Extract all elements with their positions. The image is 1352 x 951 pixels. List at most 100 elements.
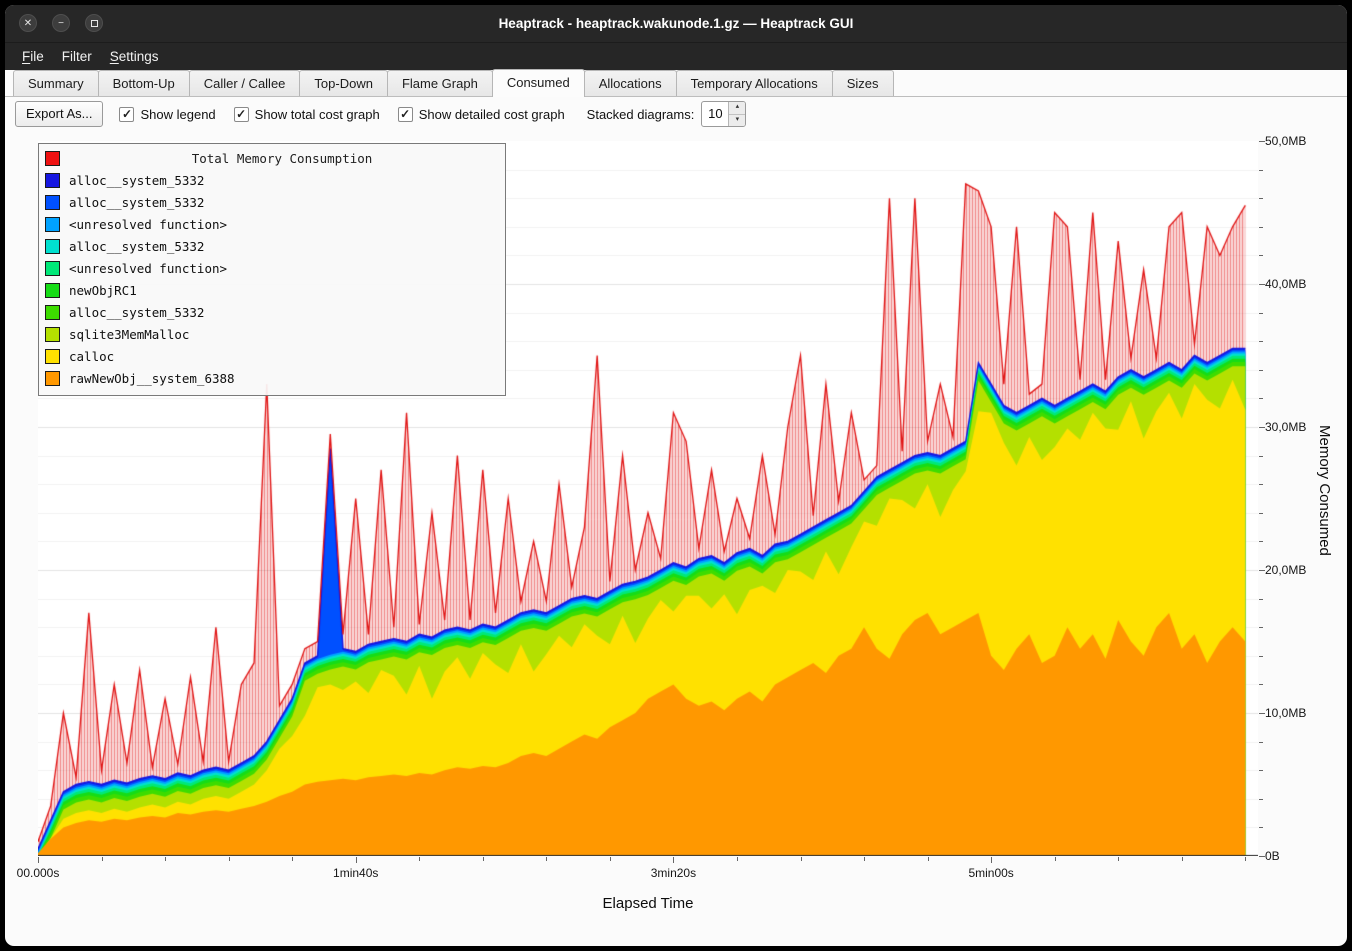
y-axis-minor-tick — [1259, 513, 1263, 514]
legend-item: alloc__system_5332 — [39, 235, 505, 257]
y-axis-tick — [1259, 856, 1265, 857]
checkbox-box[interactable]: ✓ — [119, 107, 134, 122]
checkbox-box[interactable]: ✓ — [398, 107, 413, 122]
y-axis-tick — [1259, 570, 1265, 571]
stacked-diagrams-value[interactable]: 10 — [702, 102, 728, 126]
legend-swatch — [45, 239, 60, 254]
y-axis-minor-tick — [1259, 742, 1263, 743]
x-axis-minor-tick — [229, 857, 230, 861]
legend-item: sqlite3MemMalloc — [39, 323, 505, 345]
toolbar: Export As... ✓ Show legend ✓ Show total cos… — [5, 97, 1347, 131]
y-axis-minor-tick — [1259, 398, 1263, 399]
tab-sizes[interactable]: Sizes — [832, 70, 894, 96]
y-axis-minor-tick — [1259, 599, 1263, 600]
y-axis-minor-tick — [1259, 370, 1263, 371]
x-axis-minor-tick — [1245, 857, 1246, 861]
legend-title-swatch — [45, 151, 60, 166]
app-window: ✕− Heaptrack - heaptrack.wakunode.1.gz —… — [5, 5, 1347, 946]
tab-summary[interactable]: Summary — [13, 70, 99, 96]
legend-item: <unresolved function> — [39, 257, 505, 279]
legend-swatch — [45, 305, 60, 320]
stacked-diagrams-spinbox[interactable]: 10 ▴ ▾ — [701, 101, 746, 127]
close-button[interactable]: ✕ — [19, 14, 37, 32]
legend-label: rawNewObj__system_6388 — [69, 371, 235, 386]
menubar: FileFilterSettings — [5, 43, 1347, 70]
legend-label: alloc__system_5332 — [69, 305, 204, 320]
y-axis-minor-tick — [1259, 341, 1263, 342]
y-axis-tick-label: 30,0MB — [1265, 420, 1306, 434]
titlebar: ✕− Heaptrack - heaptrack.wakunode.1.gz —… — [5, 5, 1347, 43]
spinner-buttons: ▴ ▾ — [728, 102, 745, 126]
menu-item-settings[interactable]: Settings — [101, 46, 168, 67]
spin-up-button[interactable]: ▴ — [729, 102, 745, 115]
checkbox-label: Show total cost graph — [255, 107, 380, 122]
tab-bottom-up[interactable]: Bottom-Up — [98, 70, 190, 96]
y-axis-minor-tick — [1259, 313, 1263, 314]
maximize-button[interactable] — [85, 14, 103, 32]
x-axis-tick-label: 00.000s — [17, 866, 60, 880]
checkbox-label: Show legend — [140, 107, 215, 122]
menu-item-file[interactable]: File — [13, 46, 53, 67]
y-axis-tick — [1259, 713, 1265, 714]
legend-label: calloc — [69, 349, 114, 364]
checkbox-show-legend[interactable]: ✓ Show legend — [119, 107, 215, 122]
legend-label: alloc__system_5332 — [69, 173, 204, 188]
legend-swatch — [45, 195, 60, 210]
y-axis-minor-tick — [1259, 684, 1263, 685]
x-axis-minor-tick — [1182, 857, 1183, 861]
legend-swatch — [45, 349, 60, 364]
x-axis-minor-tick — [864, 857, 865, 861]
x-axis-tick — [673, 857, 674, 863]
legend-swatch — [45, 327, 60, 342]
tab-consumed[interactable]: Consumed — [492, 69, 585, 97]
minimize-button[interactable]: − — [52, 14, 70, 32]
chart-legend: Total Memory Consumption alloc__system_5… — [38, 143, 506, 396]
tab-caller-callee[interactable]: Caller / Callee — [189, 70, 301, 96]
y-axis-minor-tick — [1259, 484, 1263, 485]
tab-temporary-allocations[interactable]: Temporary Allocations — [676, 70, 833, 96]
y-axis-minor-tick — [1259, 541, 1263, 542]
y-axis-tick-label: 20,0MB — [1265, 563, 1306, 577]
legend-swatch — [45, 283, 60, 298]
x-axis-tick-label: 5min00s — [968, 866, 1013, 880]
checkbox-label: Show detailed cost graph — [419, 107, 565, 122]
legend-item: rawNewObj__system_6388 — [39, 367, 505, 389]
stacked-diagrams-group: Stacked diagrams: 10 ▴ ▾ — [587, 101, 747, 127]
legend-item: alloc__system_5332 — [39, 301, 505, 323]
checkbox-show-total-cost-graph[interactable]: ✓ Show total cost graph — [234, 107, 380, 122]
legend-swatch — [45, 261, 60, 276]
legend-swatch — [45, 371, 60, 386]
x-axis-minor-tick — [801, 857, 802, 861]
menu-item-filter[interactable]: Filter — [53, 46, 101, 67]
y-axis-minor-tick — [1259, 227, 1263, 228]
y-axis-minor-tick — [1259, 770, 1263, 771]
legend-item: alloc__system_5332 — [39, 169, 505, 191]
tab-allocations[interactable]: Allocations — [584, 70, 677, 96]
y-axis-tick-label: 0B — [1265, 849, 1280, 863]
x-axis-minor-tick — [928, 857, 929, 861]
legend-label: alloc__system_5332 — [69, 239, 204, 254]
export-as-button[interactable]: Export As... — [15, 101, 103, 127]
legend-label: newObjRC1 — [69, 283, 137, 298]
y-axis-minor-tick — [1259, 627, 1263, 628]
checkbox-box[interactable]: ✓ — [234, 107, 249, 122]
legend-swatch — [45, 217, 60, 232]
x-axis-minor-tick — [483, 857, 484, 861]
y-axis-minor-tick — [1259, 198, 1263, 199]
legend-item: alloc__system_5332 — [39, 191, 505, 213]
x-axis-minor-tick — [1118, 857, 1119, 861]
tab-flame-graph[interactable]: Flame Graph — [387, 70, 493, 96]
y-axis-title: Memory Consumed — [1316, 425, 1333, 556]
x-axis-minor-tick — [546, 857, 547, 861]
x-axis-minor-tick — [292, 857, 293, 861]
legend-swatch — [45, 173, 60, 188]
legend-title: Total Memory Consumption — [69, 151, 495, 166]
x-axis-minor-tick — [737, 857, 738, 861]
x-axis-tick — [38, 857, 39, 863]
y-axis-tick — [1259, 284, 1265, 285]
tab-top-down[interactable]: Top-Down — [299, 70, 388, 96]
y-axis-minor-tick — [1259, 255, 1263, 256]
x-axis-tick — [356, 857, 357, 863]
spin-down-button[interactable]: ▾ — [729, 115, 745, 127]
checkbox-show-detailed-cost-graph[interactable]: ✓ Show detailed cost graph — [398, 107, 565, 122]
